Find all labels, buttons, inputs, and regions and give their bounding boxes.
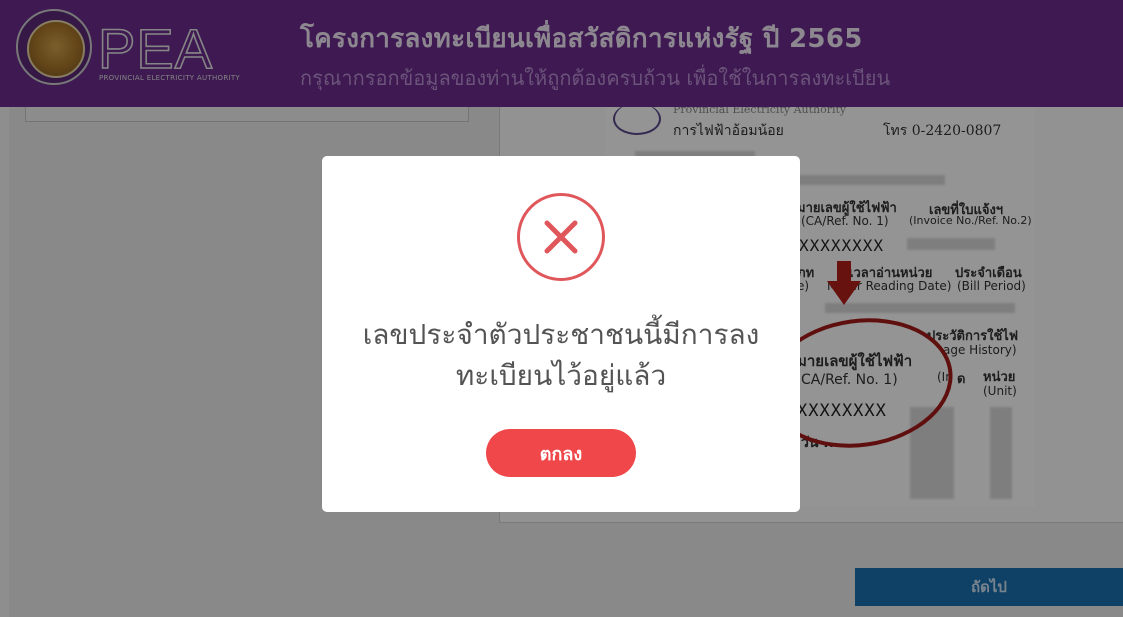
error-x-icon (517, 193, 605, 281)
ok-button[interactable]: ตกลง (486, 429, 636, 477)
dialog-message-line-2: ทะเบียนไว้อยู่แล้ว (455, 359, 667, 392)
dialog-message: เลขประจำตัวประชาชนนี้มีการลง ทะเบียนไว้อ… (342, 314, 780, 396)
dialog-message-line-1: เลขประจำตัวประชาชนนี้มีการลง (362, 318, 760, 351)
error-dialog: เลขประจำตัวประชาชนนี้มีการลง ทะเบียนไว้อ… (322, 156, 800, 512)
